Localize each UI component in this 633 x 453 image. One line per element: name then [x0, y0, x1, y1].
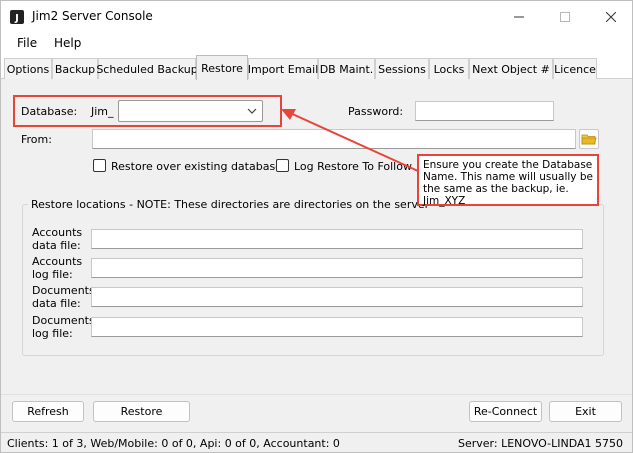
reconnect-button[interactable]: Re-Connect	[469, 401, 542, 422]
menu-file[interactable]: File	[17, 36, 37, 50]
documents-data-label: Documents data file:	[32, 284, 95, 310]
tab-import-email[interactable]: Import Email	[248, 58, 318, 79]
accounts-data-label-line2: data file:	[32, 239, 81, 252]
restore-button[interactable]: Restore	[93, 401, 190, 422]
accounts-log-field[interactable]	[91, 258, 583, 278]
documents-data-field[interactable]	[91, 287, 583, 307]
tab-sessions[interactable]: Sessions	[375, 58, 429, 79]
app-icon: J	[10, 10, 24, 24]
database-combo[interactable]	[118, 100, 263, 122]
minimize-icon	[514, 16, 524, 18]
tab-backup[interactable]: Backup	[52, 58, 98, 79]
refresh-button[interactable]: Refresh	[12, 401, 84, 422]
annotation-arrow	[281, 109, 419, 172]
menu-help[interactable]: Help	[54, 36, 81, 50]
maximize-icon	[560, 12, 570, 22]
tab-locks[interactable]: Locks	[429, 58, 469, 79]
server-console-window: J Jim2 Server Console File Help Options …	[0, 0, 633, 453]
tab-restore[interactable]: Restore	[196, 55, 248, 80]
password-field[interactable]	[415, 101, 554, 121]
svg-text:J: J	[14, 13, 19, 24]
close-icon	[606, 12, 616, 22]
window-title: Jim2 Server Console	[32, 9, 153, 23]
accounts-data-label-line1: Accounts	[32, 226, 83, 239]
maximize-button[interactable]	[542, 1, 588, 33]
accounts-data-label: Accounts data file:	[32, 226, 82, 252]
button-separator	[1, 394, 632, 395]
status-bar: Clients: 1 of 3, Web/Mobile: 0 of 0, Api…	[1, 432, 632, 452]
documents-log-label: Documents log file:	[32, 314, 95, 340]
tab-strip: Options Backup Scheduled Backup Restore …	[1, 55, 632, 80]
documents-log-label-line2: log file:	[32, 327, 73, 340]
exit-button[interactable]: Exit	[549, 401, 622, 422]
accounts-log-label-line1: Accounts	[32, 255, 83, 268]
browse-folder-button[interactable]	[579, 129, 599, 149]
tab-scheduled-backup[interactable]: Scheduled Backup	[96, 58, 198, 79]
accounts-log-label: Accounts log file:	[32, 255, 82, 281]
database-label: Database:	[21, 105, 78, 118]
close-button[interactable]	[588, 1, 632, 33]
folder-icon	[581, 134, 597, 145]
restore-locations-legend: Restore locations - NOTE: These director…	[28, 198, 433, 211]
status-server: Server: LENOVO-LINDA1 5750	[458, 437, 624, 450]
accounts-data-field[interactable]	[91, 229, 583, 249]
from-label: From:	[21, 133, 52, 146]
annotation-callout: Ensure you create the Database Name. Thi…	[417, 154, 599, 207]
restore-over-checkbox[interactable]	[93, 159, 106, 172]
documents-log-field[interactable]	[91, 317, 583, 337]
minimize-button[interactable]	[496, 1, 542, 33]
accounts-log-label-line2: log file:	[32, 268, 73, 281]
restore-over-label: Restore over existing database	[111, 160, 282, 173]
status-clients: Clients: 1 of 3, Web/Mobile: 0 of 0, Api…	[7, 437, 340, 450]
tab-next-object[interactable]: Next Object #	[469, 58, 553, 79]
database-prefix: Jim_	[91, 105, 114, 118]
title-bar: J Jim2 Server Console	[1, 1, 632, 33]
chevron-down-icon	[247, 108, 257, 114]
documents-log-label-line1: Documents	[32, 314, 95, 327]
tab-db-maint[interactable]: DB Maint.	[318, 58, 375, 79]
tab-licence[interactable]: Licence	[553, 58, 597, 79]
documents-data-label-line1: Documents	[32, 284, 95, 297]
tab-options[interactable]: Options	[4, 58, 52, 79]
menu-bar: File Help	[1, 33, 632, 55]
documents-data-label-line2: data file:	[32, 297, 81, 310]
